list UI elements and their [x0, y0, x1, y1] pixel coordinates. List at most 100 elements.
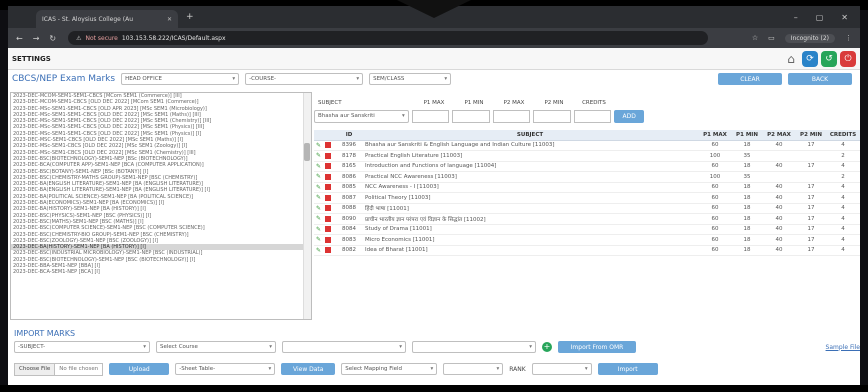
- edit-icon[interactable]: ✎: [316, 163, 321, 170]
- import-button[interactable]: Import: [597, 363, 658, 375]
- import-subject-select[interactable]: -SUBJECT- ▾: [14, 341, 150, 353]
- chevron-down-icon: ▾: [584, 366, 588, 372]
- delete-icon[interactable]: [325, 236, 332, 243]
- credits-input[interactable]: [573, 109, 612, 123]
- edit-icon[interactable]: ✎: [316, 194, 321, 201]
- sheet-table-select[interactable]: -Sheet Table- ▾: [175, 363, 276, 375]
- clear-button[interactable]: CLEAR: [718, 73, 782, 85]
- edit-icon[interactable]: ✎: [316, 236, 321, 243]
- maximize-icon[interactable]: ▢: [816, 13, 824, 22]
- import-course-select[interactable]: Select Course ▾: [156, 341, 276, 353]
- delete-icon[interactable]: [325, 205, 332, 212]
- edit-icon[interactable]: ✎: [316, 152, 321, 159]
- delete-icon[interactable]: [325, 226, 332, 233]
- cell-p2min: 17: [796, 213, 826, 225]
- edit-icon[interactable]: ✎: [316, 247, 321, 254]
- view-data-button[interactable]: View Data: [281, 363, 336, 375]
- listbox-scrollbar[interactable]: [303, 93, 311, 319]
- import-from-omr-button[interactable]: Import From OMR: [558, 341, 636, 353]
- back-button[interactable]: BACK: [788, 73, 852, 85]
- browser-tab[interactable]: ICAS - St. Aloysius College (Au ✕: [36, 10, 178, 28]
- tab-close-icon[interactable]: ✕: [167, 16, 172, 23]
- row-actions: ✎: [314, 161, 336, 172]
- delete-icon[interactable]: [325, 247, 332, 254]
- p2min-input[interactable]: [533, 109, 571, 123]
- menu-kebab-icon[interactable]: ⋮: [845, 34, 852, 42]
- table-row: ✎ 8396 Bhasha aur Sanskriti & English Lang…: [314, 140, 860, 151]
- edit-icon[interactable]: ✎: [316, 226, 321, 233]
- delete-icon[interactable]: [325, 142, 332, 149]
- edit-icon[interactable]: ✎: [316, 215, 321, 222]
- import-blank-select-1[interactable]: ▾: [282, 341, 406, 353]
- edit-icon[interactable]: ✎: [316, 184, 321, 191]
- minimize-icon[interactable]: –: [794, 13, 798, 22]
- delete-icon[interactable]: [325, 163, 332, 170]
- upload-button[interactable]: Upload: [109, 363, 170, 375]
- table-row: ✎ 8165 Introduction and Functions of langu…: [314, 161, 860, 172]
- cell-id: 8086: [336, 171, 362, 183]
- subject-select[interactable]: Bhasha aur Sanskriti ▾: [314, 109, 409, 123]
- delete-icon[interactable]: [325, 152, 332, 159]
- list-item[interactable]: 2023-DEC-BCA-SEM1-NEP [BCA] [I]: [11, 269, 311, 275]
- home-icon[interactable]: ⌂: [783, 51, 799, 67]
- p1min-input[interactable]: [452, 109, 490, 123]
- forward-icon[interactable]: →: [33, 34, 40, 43]
- cell-p1min: 18: [732, 234, 762, 246]
- mapping-blank-select[interactable]: ▾: [443, 363, 504, 375]
- cell-id: 8088: [336, 203, 362, 214]
- edit-icon[interactable]: ✎: [316, 142, 321, 149]
- bookmark-star-icon[interactable]: ☆: [752, 34, 758, 42]
- office-select[interactable]: HEAD OFFICE ▾: [121, 73, 240, 85]
- edit-icon[interactable]: ✎: [316, 205, 321, 212]
- cell-credits: 4: [826, 161, 860, 172]
- sync-icon[interactable]: ↺: [821, 50, 837, 67]
- refresh-icon[interactable]: ⟳: [802, 50, 818, 67]
- import-blank-select-2[interactable]: ▾: [412, 341, 536, 353]
- back-icon[interactable]: ←: [16, 34, 23, 43]
- p2max-input[interactable]: [492, 109, 531, 123]
- add-circle-icon[interactable]: +: [542, 342, 552, 352]
- semclass-select[interactable]: SEM/CLASS ▾: [369, 73, 452, 85]
- cell-p1max: 60: [698, 234, 732, 246]
- course-select[interactable]: -COURSE- ▾: [245, 73, 364, 85]
- toolbar-right: ☆ ▭ Incognito (2) ⋮: [752, 33, 852, 43]
- cell-p2max: 40: [762, 234, 796, 246]
- choose-file-button[interactable]: Choose File: [15, 363, 56, 375]
- table-row: ✎ 8086 Practical NCC Awareness [11003] 100 3…: [314, 171, 860, 183]
- cell-p1min: 35: [732, 150, 762, 162]
- power-icon[interactable]: ⏻: [840, 50, 856, 67]
- p1max-input[interactable]: [411, 109, 450, 123]
- cell-credits: 4: [826, 192, 860, 204]
- mapping-field-select[interactable]: Select Mapping Field ▾: [341, 363, 438, 375]
- cell-id: 8085: [336, 182, 362, 193]
- sidebar-icon[interactable]: ▭: [768, 34, 775, 42]
- reload-icon[interactable]: ↻: [49, 34, 56, 43]
- cell-p1min: 18: [732, 224, 762, 235]
- file-input[interactable]: Choose File No file chosen: [14, 362, 104, 376]
- delete-icon[interactable]: [325, 184, 332, 191]
- delete-icon[interactable]: [325, 215, 332, 222]
- cell-p1max: 60: [698, 245, 732, 256]
- chevron-down-icon: ▾: [143, 344, 146, 350]
- table-row: ✎ 8087 Political Theory [11003] 60 18 40 17 4: [314, 192, 860, 204]
- incognito-badge[interactable]: Incognito (2): [784, 33, 835, 43]
- edit-icon[interactable]: ✎: [316, 173, 321, 180]
- delete-icon[interactable]: [325, 173, 332, 180]
- cell-credits: 4: [826, 182, 860, 193]
- add-button[interactable]: ADD: [614, 109, 644, 123]
- table-row: ✎ 8084 Study of Drama [11001] 60 18 40 17 4: [314, 224, 860, 235]
- close-window-icon[interactable]: ✕: [841, 13, 848, 22]
- sample-file-link[interactable]: Sample File: [826, 344, 860, 351]
- table-row: ✎ 8088 हिंदी भाषा [11001] 60 18 40 17 4: [314, 203, 860, 214]
- address-bar[interactable]: ⚠ Not secure 103.153.58.222/ICAS/Default…: [68, 31, 709, 45]
- delete-icon[interactable]: [325, 194, 332, 201]
- cell-p1min: 18: [732, 245, 762, 256]
- pointer-arrow-icon: [397, 0, 471, 18]
- cell-credits: 4: [826, 213, 860, 225]
- rank-select[interactable]: ▾: [531, 363, 592, 375]
- new-tab-icon[interactable]: +: [186, 12, 194, 22]
- label-p1min: P1 MIN: [464, 100, 484, 106]
- course-listbox[interactable]: 2023-DEC-MCOM-SEM1-SEM1-CBCS [MCom SEM1 …: [10, 92, 312, 320]
- cell-subject: Bhasha aur Sanskriti & English Language …: [362, 140, 698, 151]
- scrollbar-thumb[interactable]: [304, 143, 310, 161]
